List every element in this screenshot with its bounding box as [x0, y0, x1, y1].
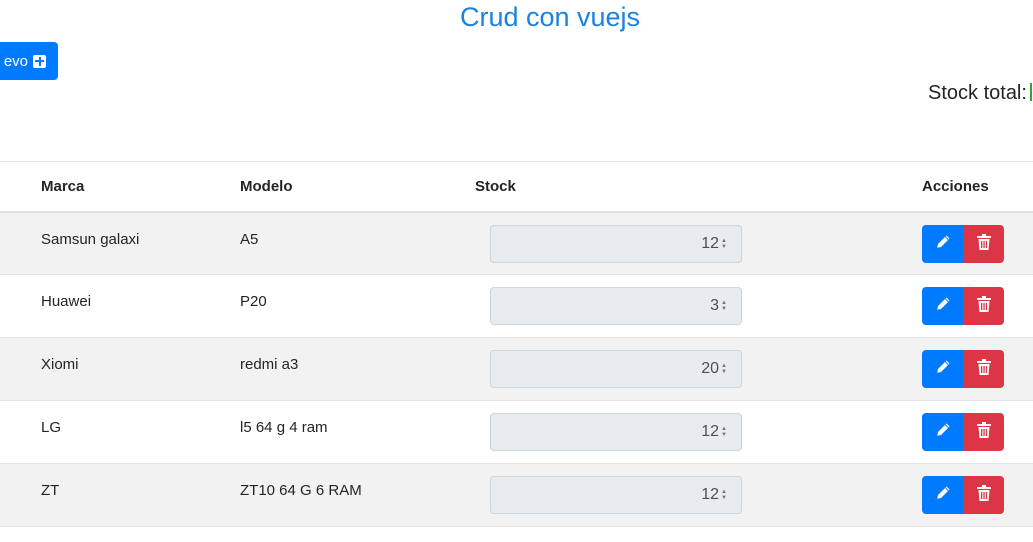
trash-icon [976, 422, 991, 442]
cell-modelo: A5 [240, 230, 259, 248]
trash-icon [976, 296, 991, 316]
cell-marca: Huawei [41, 293, 92, 310]
stock-input[interactable]: 12 ▲ ▼ [490, 224, 742, 263]
cell-marca: Samsun galaxi [41, 230, 140, 248]
column-header-acciones: Acciones [922, 177, 989, 195]
cell-marca: ZT [41, 482, 60, 499]
column-header-marca: Marca [41, 177, 85, 195]
page-title: Crud con vuejs [459, 2, 641, 32]
spinner-icon[interactable]: ▲ ▼ [721, 300, 727, 312]
stock-total: Stock total: [928, 82, 1032, 105]
spinner-icon[interactable]: ▲ ▼ [721, 363, 727, 375]
cell-marca: Xiomi [41, 356, 79, 373]
trash-icon [976, 359, 991, 379]
table-header-row: Marca Modelo Stock Acciones [0, 161, 1033, 212]
stock-total-value-marker [1029, 83, 1032, 101]
spinner-icon[interactable]: ▲ ▼ [721, 238, 727, 250]
stock-value: 20 [701, 360, 720, 377]
pencil-icon [935, 296, 951, 316]
edit-button[interactable] [922, 476, 963, 514]
table-row: Samsun galaxi A5 12 ▲ ▼ [0, 211, 1033, 275]
new-button[interactable]: evo [0, 42, 58, 80]
column-header-stock: Stock [475, 177, 516, 195]
trash-icon [976, 485, 991, 505]
edit-button[interactable] [922, 287, 963, 325]
table-row: ZT ZT10 64 G 6 RAM 12 ▲ ▼ [0, 463, 1033, 527]
table-row: Huawei P20 3 ▲ ▼ [0, 275, 1033, 338]
cell-modelo: ZT10 64 G 6 RAM [240, 482, 362, 499]
delete-button[interactable] [963, 413, 1004, 451]
stock-input[interactable]: 12 ▲ ▼ [490, 476, 742, 514]
spinner-icon[interactable]: ▲ ▼ [721, 426, 727, 438]
pencil-icon [935, 234, 951, 254]
stock-value: 12 [701, 486, 720, 503]
delete-button[interactable] [963, 224, 1004, 263]
delete-button[interactable] [963, 350, 1004, 388]
delete-button[interactable] [963, 476, 1004, 514]
stock-value: 3 [710, 297, 720, 314]
pencil-icon [935, 485, 951, 505]
edit-button[interactable] [922, 224, 963, 263]
column-header-modelo: Modelo [240, 177, 293, 195]
stock-value: 12 [701, 234, 720, 252]
cell-marca: LG [41, 419, 62, 436]
cell-modelo: P20 [240, 293, 267, 310]
new-button-label: evo [3, 52, 28, 70]
pencil-icon [935, 359, 951, 379]
edit-button[interactable] [922, 350, 963, 388]
products-table: Marca Modelo Stock Acciones Samsun galax… [0, 161, 1033, 527]
cell-modelo: redmi a3 [240, 356, 299, 373]
spinner-icon[interactable]: ▲ ▼ [721, 489, 727, 501]
plus-square-icon [33, 54, 46, 68]
stock-input[interactable]: 12 ▲ ▼ [490, 413, 742, 451]
stock-input[interactable]: 3 ▲ ▼ [490, 287, 742, 325]
trash-icon [976, 233, 991, 254]
table-row: LG l5 64 g 4 ram 12 ▲ ▼ [0, 401, 1033, 464]
stock-value: 12 [701, 423, 720, 440]
stock-input[interactable]: 20 ▲ ▼ [490, 350, 742, 388]
edit-button[interactable] [922, 413, 963, 451]
table-row: Xiomi redmi a3 20 ▲ ▼ [0, 337, 1033, 401]
cell-modelo: l5 64 g 4 ram [240, 419, 328, 436]
stock-total-label: Stock total: [928, 82, 1027, 104]
delete-button[interactable] [963, 287, 1004, 325]
pencil-icon [935, 422, 951, 442]
